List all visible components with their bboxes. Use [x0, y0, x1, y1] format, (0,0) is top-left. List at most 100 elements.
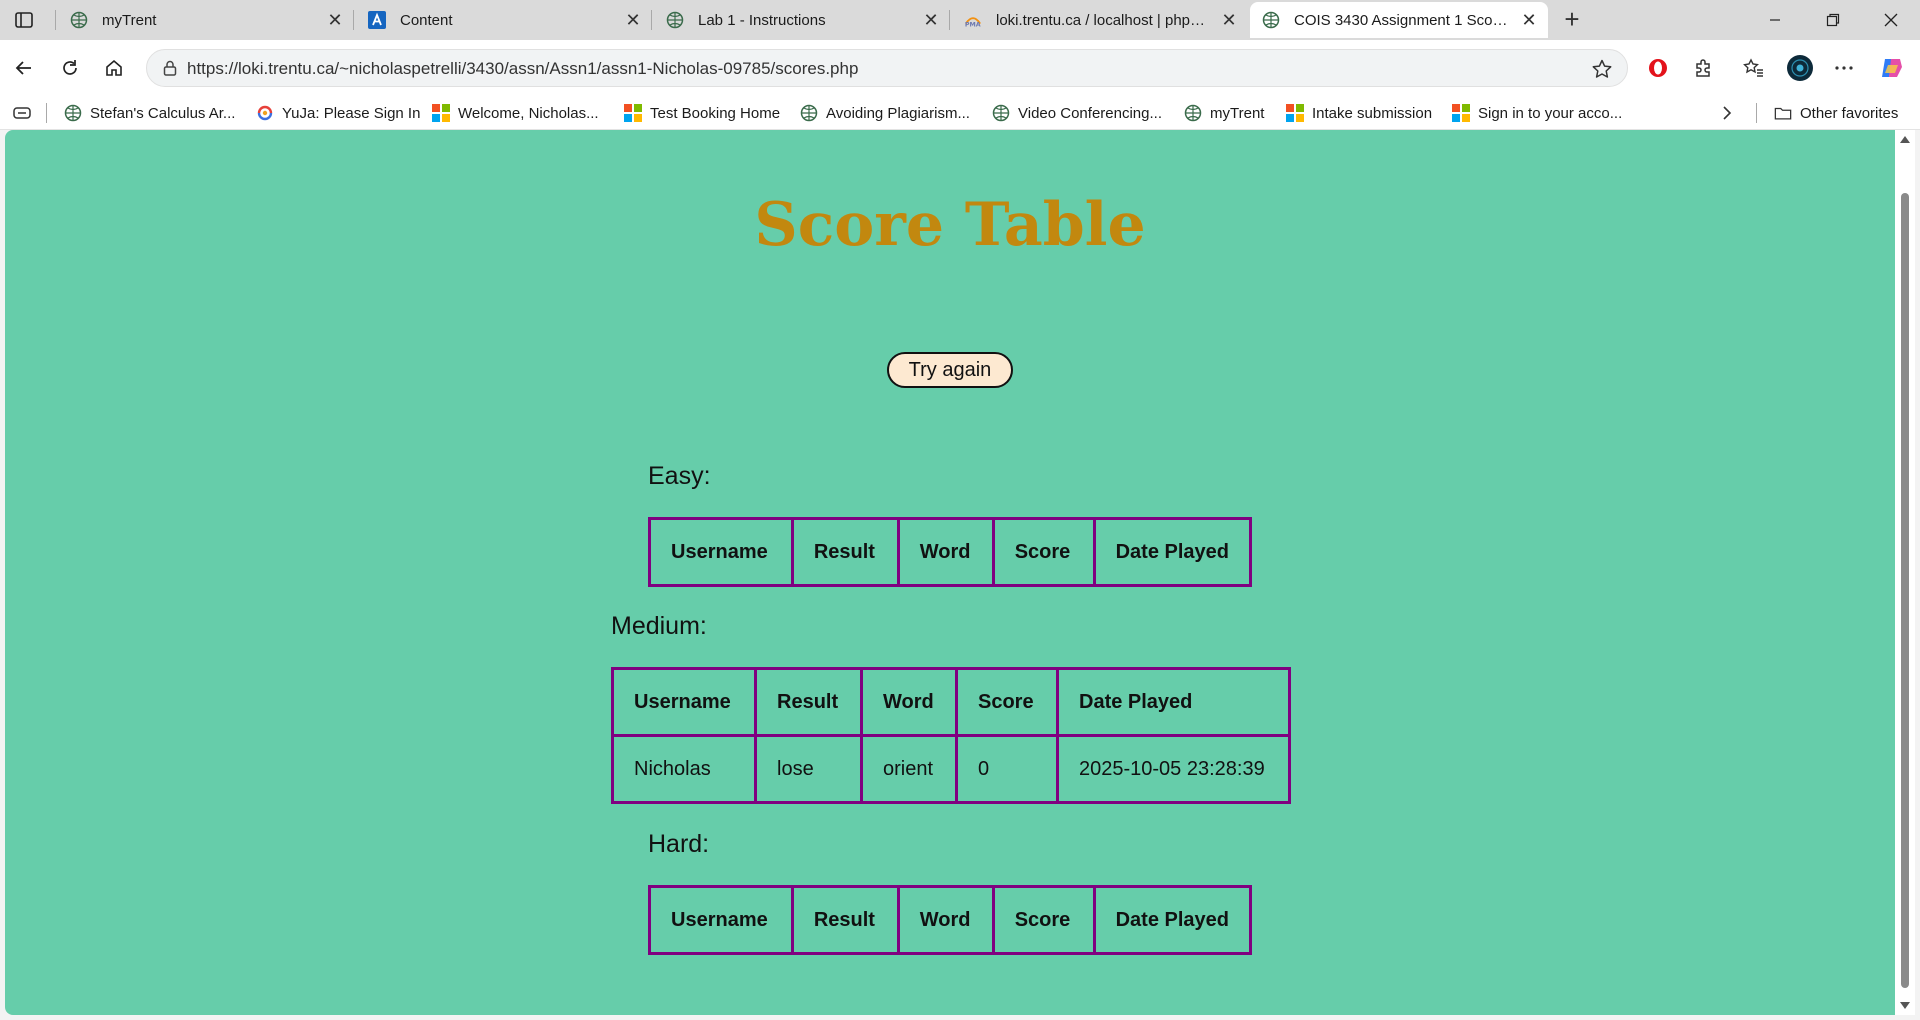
favorite-item-calculus[interactable]: Stefan's Calculus Ar...	[64, 102, 235, 124]
cell-date-played: 2025-10-05 23:28:39	[1056, 734, 1291, 804]
tab-separator	[55, 10, 56, 30]
cell-username: Nicholas	[611, 734, 757, 804]
trent-globe-icon	[1262, 11, 1280, 29]
favorite-item-intake-submission[interactable]: Intake submission	[1286, 102, 1432, 124]
favorite-label: Intake submission	[1312, 104, 1433, 122]
try-again-button[interactable]: Try again	[887, 352, 1013, 388]
favorite-item-welcome[interactable]: Welcome, Nicholas...	[432, 102, 599, 124]
sidebar-toggle-icon[interactable]	[10, 8, 38, 32]
favorite-label: Sign in to your acco...	[1478, 104, 1623, 122]
column-header-word: Word	[896, 517, 995, 587]
home-icon	[106, 59, 122, 76]
tab-content[interactable]: Content ✕	[356, 2, 652, 38]
column-header-result: Result	[790, 517, 900, 587]
microsoft-icon	[1452, 104, 1470, 122]
favorite-label: Video Conferencing...	[1018, 104, 1162, 122]
page-scrollbar[interactable]	[1895, 130, 1915, 1015]
column-header-username: Username	[611, 667, 757, 737]
d2l-logo-icon	[368, 11, 386, 29]
column-header-result: Result	[790, 885, 900, 955]
favorite-item-mytrent[interactable]: myTrent	[1184, 102, 1264, 124]
refresh-button[interactable]	[54, 52, 86, 84]
cell-score: 0	[955, 734, 1059, 804]
restore-button[interactable]	[1804, 0, 1862, 40]
close-icon	[1884, 13, 1898, 27]
medium-section-label: Medium:	[611, 612, 707, 640]
url-text[interactable]: https://loki.trentu.ca/~nicholaspetrelli…	[187, 59, 858, 79]
tab-label: loki.trentu.ca / localhost | phpMyAdmin	[996, 11, 1212, 29]
column-header-score: Score	[991, 517, 1096, 587]
column-header-result: Result	[754, 667, 863, 737]
favorite-item-sign-in[interactable]: Sign in to your acco...	[1452, 102, 1622, 124]
extensions-puzzle-icon[interactable]	[1688, 52, 1720, 84]
favorites-separator	[46, 103, 47, 123]
favorite-label: Test Booking Home	[650, 104, 781, 122]
other-favorites-folder[interactable]: Other favorites	[1774, 102, 1898, 124]
column-header-date-played: Date Played	[1092, 885, 1253, 955]
cell-result: lose	[754, 734, 863, 804]
microsoft-icon	[624, 104, 642, 122]
tab-mytrent[interactable]: myTrent ✕	[58, 2, 354, 38]
tab-phpmyadmin[interactable]: PMA loki.trentu.ca / localhost | phpMyAd…	[952, 2, 1248, 38]
page-title: Score Table	[754, 190, 1146, 260]
favorites-list-icon[interactable]	[1738, 52, 1770, 84]
refresh-icon	[63, 60, 77, 75]
trent-globe-icon	[666, 11, 684, 29]
favorite-item-yuja[interactable]: YuJa: Please Sign In	[256, 102, 420, 124]
trent-globe-icon	[800, 104, 818, 122]
close-window-button[interactable]	[1862, 0, 1920, 40]
tab-separator	[651, 10, 652, 30]
settings-more-icon[interactable]	[1828, 52, 1860, 84]
tab-lab-1-instructions[interactable]: Lab 1 - Instructions ✕	[654, 2, 950, 38]
site-info-lock-icon[interactable]	[161, 59, 179, 77]
favorite-label: Stefan's Calculus Ar...	[90, 104, 236, 122]
favorite-item-test-booking[interactable]: Test Booking Home	[624, 102, 780, 124]
favorite-label: Welcome, Nicholas...	[458, 104, 599, 122]
favorite-label: Avoiding Plagiarism...	[826, 104, 970, 122]
favorite-star-icon[interactable]	[1591, 58, 1613, 80]
trent-globe-icon	[64, 104, 82, 122]
trent-globe-icon	[1184, 104, 1202, 122]
home-button[interactable]	[98, 52, 130, 84]
opera-extension-icon[interactable]	[1642, 52, 1674, 84]
table-header-row: Username Result Word Score Date Played	[648, 885, 1253, 955]
microsoft-icon	[1286, 104, 1304, 122]
column-header-score: Score	[991, 885, 1096, 955]
minimize-button[interactable]	[1746, 0, 1804, 40]
back-button[interactable]	[8, 52, 40, 84]
close-icon[interactable]: ✕	[1520, 10, 1538, 30]
back-arrow-icon	[15, 61, 31, 75]
tab-label: myTrent	[102, 11, 157, 29]
favorite-item-video-conferencing[interactable]: Video Conferencing...	[992, 102, 1162, 124]
column-header-score: Score	[955, 667, 1059, 737]
scroll-up-arrow-icon[interactable]	[1900, 136, 1910, 143]
scroll-down-arrow-icon[interactable]	[1900, 1002, 1910, 1009]
close-icon[interactable]: ✕	[624, 10, 642, 30]
favorite-item-avoiding-plagiarism[interactable]: Avoiding Plagiarism...	[800, 102, 970, 124]
yuja-icon	[256, 104, 274, 122]
new-tab-button[interactable]: +	[1558, 6, 1586, 34]
tab-separator	[353, 10, 354, 30]
cell-word: orient	[860, 734, 958, 804]
tab-cois-3430-scores[interactable]: COIS 3430 Assignment 1 Scores ✕	[1250, 2, 1548, 38]
profile-avatar[interactable]	[1784, 52, 1816, 84]
close-icon[interactable]: ✕	[922, 10, 940, 30]
scrollbar-thumb[interactable]	[1901, 193, 1909, 988]
close-icon[interactable]: ✕	[326, 10, 344, 30]
trent-globe-icon	[992, 104, 1010, 122]
tab-label: Lab 1 - Instructions	[698, 11, 826, 29]
svg-text:PMA: PMA	[965, 21, 981, 28]
collections-icon[interactable]	[12, 102, 32, 124]
hard-section-label: Hard:	[648, 830, 710, 858]
microsoft-icon	[432, 104, 450, 122]
easy-scores-table: Username Result Word Score Date Played	[648, 517, 1253, 587]
trent-globe-icon	[70, 11, 88, 29]
minimize-icon	[1770, 19, 1780, 21]
column-header-word: Word	[860, 667, 958, 737]
address-bar[interactable]: https://loki.trentu.ca/~nicholaspetrelli…	[146, 49, 1628, 87]
copilot-icon[interactable]	[1876, 52, 1908, 84]
close-icon[interactable]: ✕	[1220, 10, 1238, 30]
tab-separator	[949, 10, 950, 30]
tab-strip: myTrent ✕ Content ✕ Lab 1 - Instructions…	[0, 0, 1920, 40]
favorites-overflow-chevron-icon[interactable]	[1720, 102, 1734, 124]
